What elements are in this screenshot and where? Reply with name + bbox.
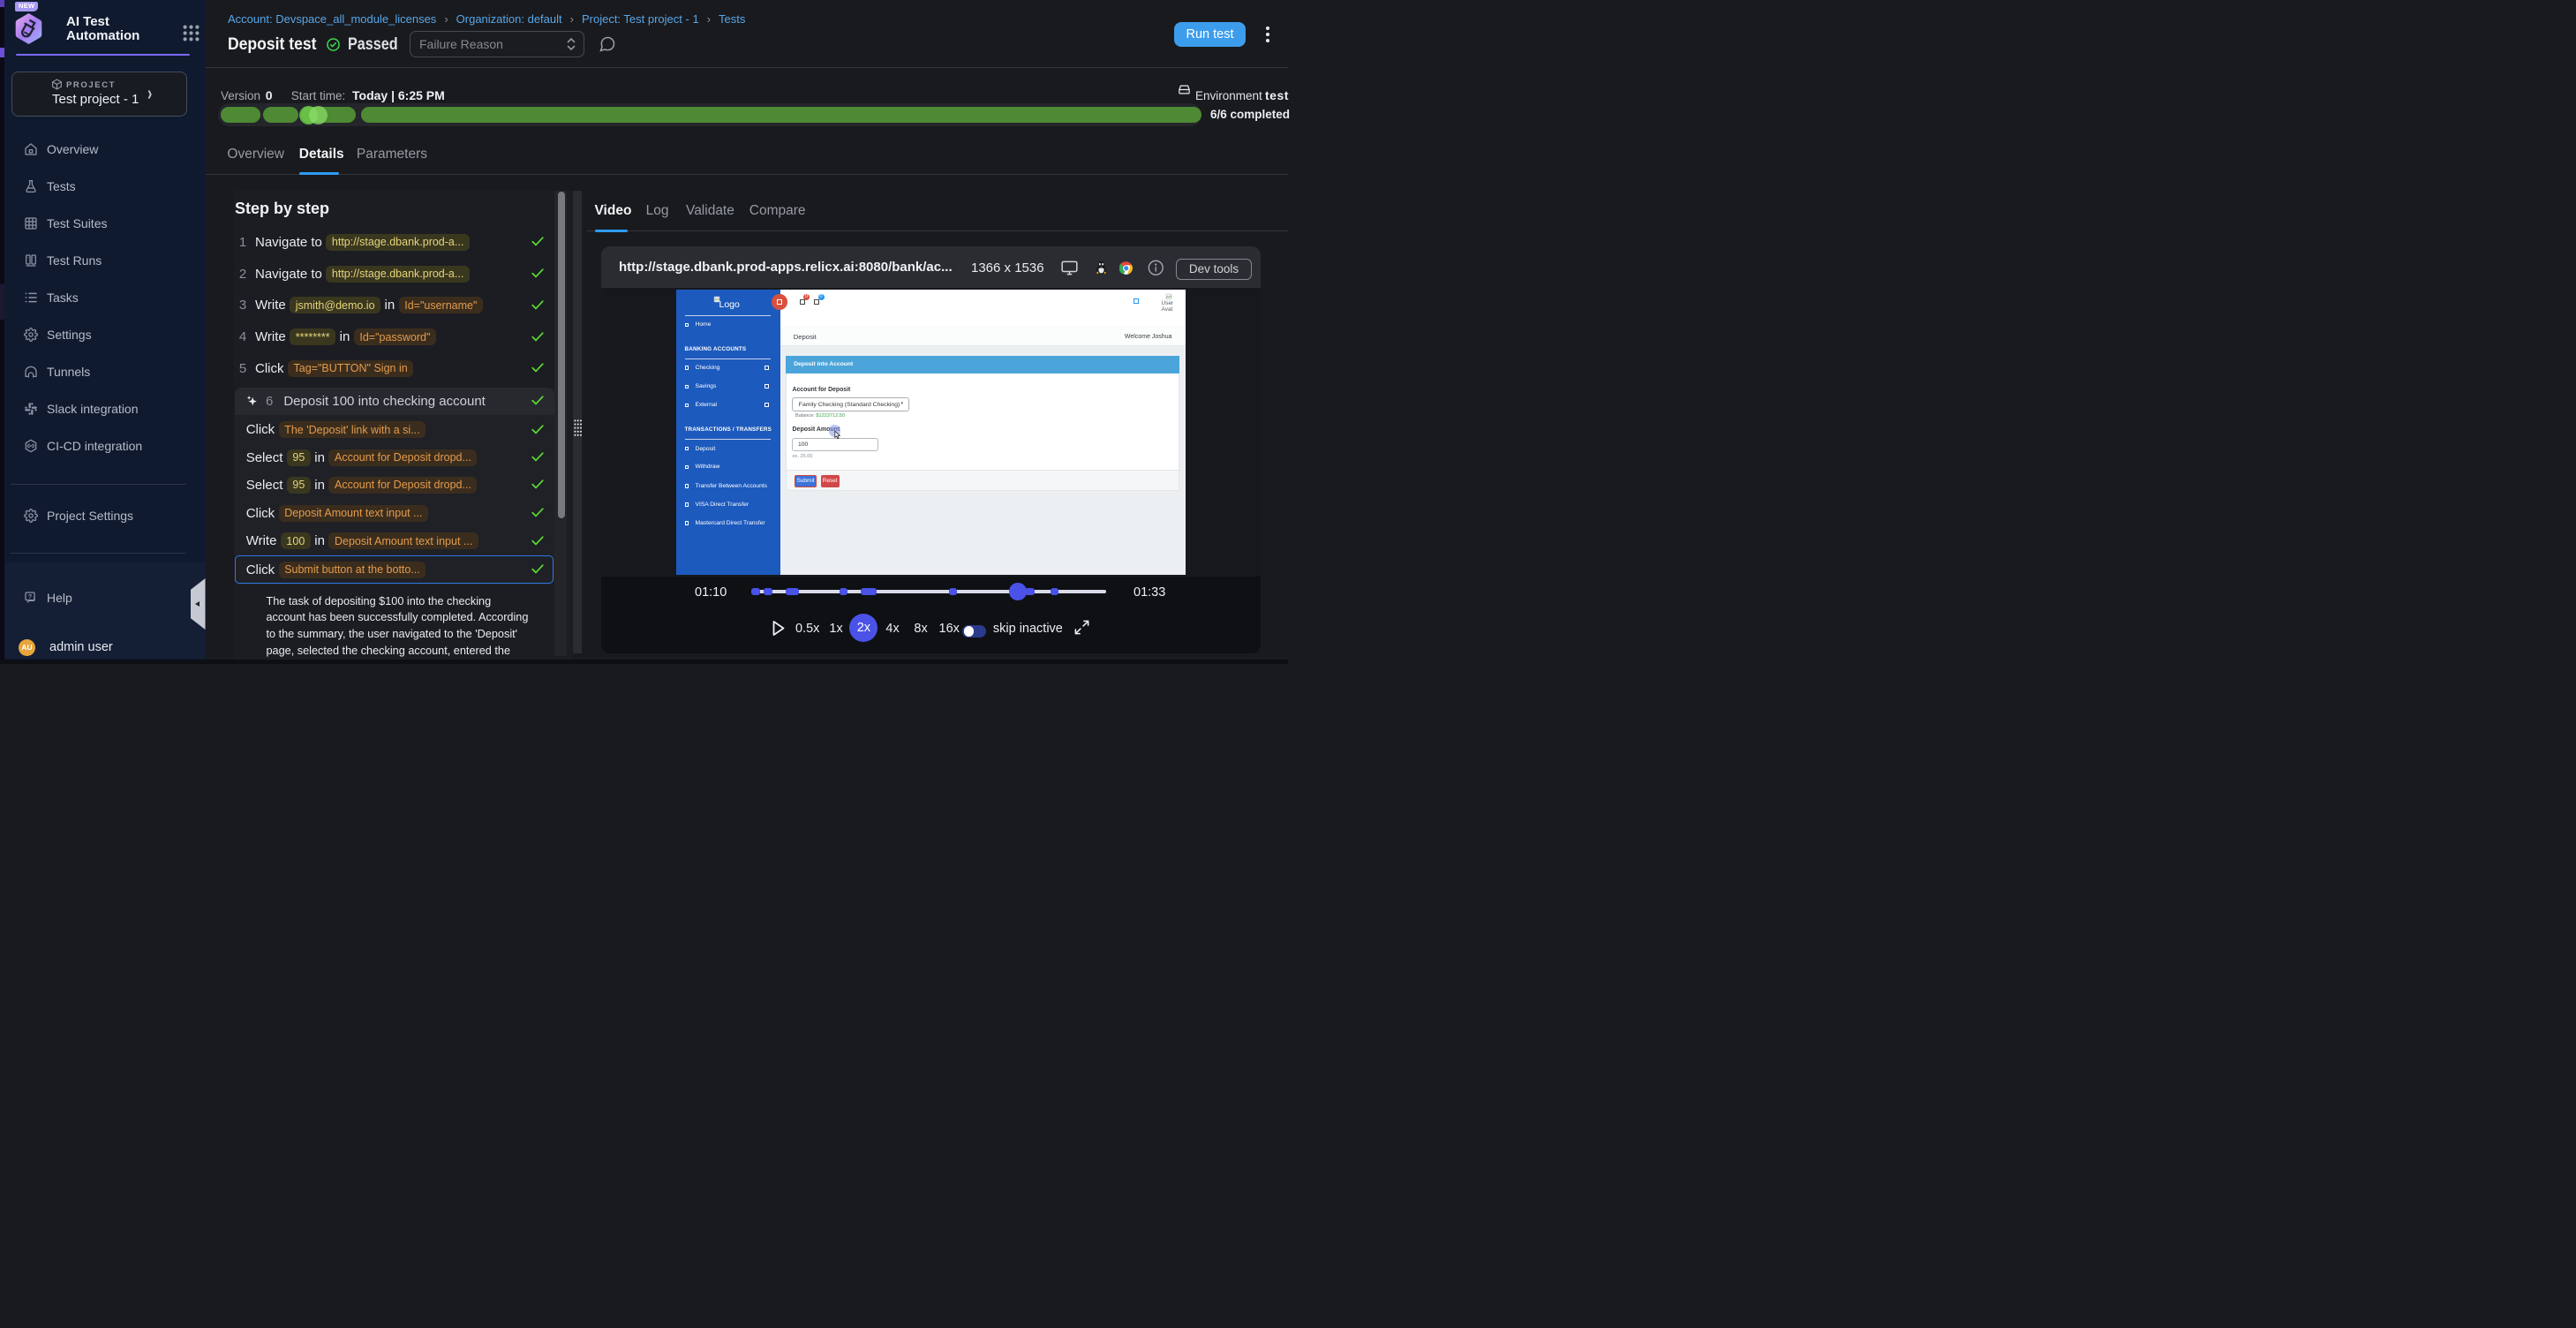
svg-text:?: ? (28, 592, 33, 600)
